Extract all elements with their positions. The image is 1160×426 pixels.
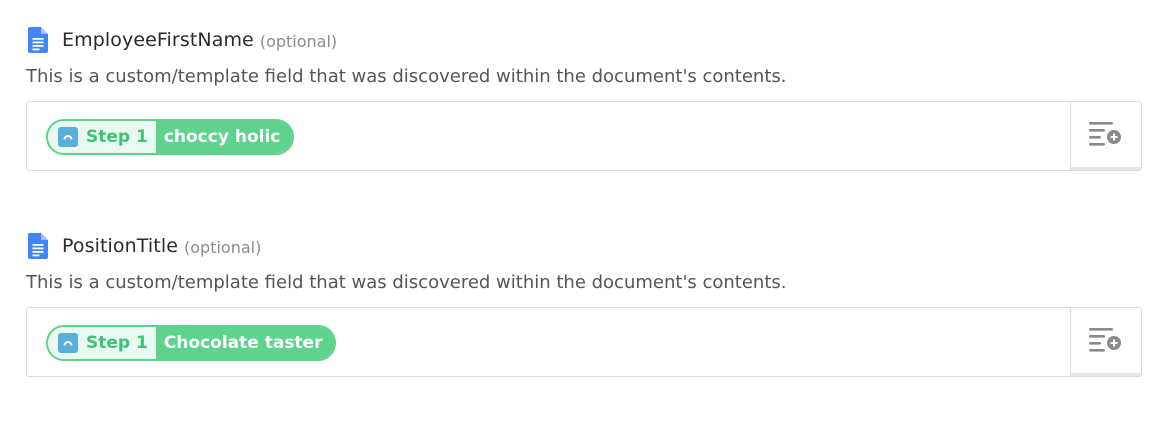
optional-label: (optional) xyxy=(184,237,262,257)
mapped-value-pill[interactable]: Step 1 Chocolate taster xyxy=(46,325,337,361)
field-employee-first-name: EmployeeFirstName (optional) This is a c… xyxy=(26,26,1142,171)
pill-step: Step 1 xyxy=(48,327,156,359)
field-label-row: EmployeeFirstName (optional) xyxy=(26,26,1142,54)
field-name: EmployeeFirstName xyxy=(62,29,254,51)
google-docs-icon xyxy=(28,233,48,259)
field-position-title: PositionTitle (optional) This is a custo… xyxy=(26,232,1142,377)
google-docs-icon xyxy=(28,27,48,53)
insert-data-button[interactable] xyxy=(1070,102,1141,170)
field-input[interactable]: Step 1 choccy holic xyxy=(26,101,1142,171)
field-input[interactable]: Step 1 Chocolate taster xyxy=(26,307,1142,377)
optional-label: (optional) xyxy=(259,31,338,51)
insert-data-icon xyxy=(1087,118,1125,154)
field-label-row: PositionTitle (optional) xyxy=(26,232,1142,260)
mapped-value-pill[interactable]: Step 1 choccy holic xyxy=(46,119,295,155)
pill-step: Step 1 xyxy=(48,121,156,153)
step-label: Step 1 xyxy=(86,333,148,353)
app-step-icon xyxy=(58,127,78,147)
field-help-text: This is a custom/template field that was… xyxy=(26,272,787,293)
field-name: PositionTitle xyxy=(62,235,178,257)
pill-value: choccy holic xyxy=(155,121,293,153)
app-step-icon xyxy=(58,333,78,353)
step-label: Step 1 xyxy=(86,127,148,147)
insert-data-icon xyxy=(1087,324,1125,360)
field-help-text: This is a custom/template field that was… xyxy=(26,66,787,87)
insert-data-button[interactable] xyxy=(1070,308,1141,376)
pill-value: Chocolate taster xyxy=(155,327,335,359)
